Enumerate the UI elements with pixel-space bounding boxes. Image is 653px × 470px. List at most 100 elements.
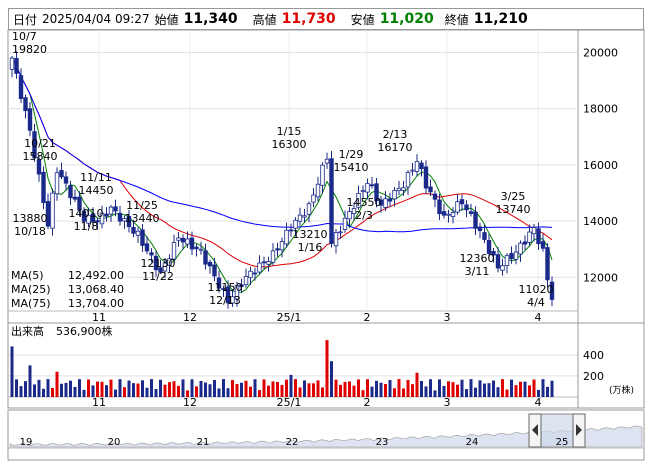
candle-body: [284, 229, 289, 245]
candle-body: [185, 238, 190, 245]
ma5-label: MA(5): [11, 269, 44, 282]
candle-body: [140, 229, 145, 246]
annotation-line1: 12360: [460, 252, 495, 265]
candle-body: [207, 261, 213, 267]
annotation-line1: 12130: [141, 257, 176, 270]
volume-bar: [208, 384, 212, 397]
volume-bar: [118, 379, 122, 397]
volume-bar: [163, 384, 167, 397]
volume-bar: [406, 379, 410, 397]
navigator-left-handle[interactable]: [528, 413, 542, 448]
volume-bar: [96, 381, 99, 397]
volume-bar: [285, 379, 288, 397]
volume-bars: [10, 340, 554, 397]
volume-bar: [190, 379, 194, 397]
volume-bar: [514, 385, 518, 397]
candle-body: [536, 228, 541, 245]
volume-bar: [150, 379, 153, 397]
annotation-line1: 11150: [208, 281, 243, 294]
candle-body: [446, 213, 451, 216]
candle-body: [464, 204, 469, 211]
volume-bar: [334, 379, 338, 397]
volume-bar: [37, 379, 41, 397]
volume-unit: (万株): [609, 384, 634, 396]
candle-body: [459, 199, 465, 205]
volume-bar: [244, 380, 248, 397]
volume-bar: [312, 383, 315, 397]
volume-bar: [478, 380, 482, 397]
annotation-line1: 13880: [13, 212, 48, 225]
annotation-line1: 13210: [293, 228, 328, 241]
candle-body: [68, 185, 73, 199]
candle-body: [9, 57, 15, 70]
volume-bar: [321, 387, 324, 397]
volume-bar: [222, 379, 225, 397]
volume-bar: [379, 382, 383, 397]
candle-body: [423, 166, 429, 189]
date-tick-label: 3: [444, 311, 451, 324]
volume-bar: [343, 381, 347, 397]
date-tick-label: 11: [92, 311, 106, 324]
candle-body: [180, 237, 186, 243]
candle-body: [41, 171, 46, 204]
candle-body: [261, 261, 267, 264]
date-tick-label: 2: [364, 311, 371, 324]
candle-body: [455, 201, 460, 213]
volume-bar: [271, 381, 275, 397]
volume-bar: [357, 379, 360, 397]
ma25-label: MA(25): [11, 283, 51, 296]
volume-bar: [460, 379, 464, 397]
annotation-line2: 13740: [496, 203, 531, 216]
volume-bar: [231, 380, 234, 397]
candle-body: [392, 189, 397, 200]
candle-body: [194, 246, 199, 250]
candle-body: [518, 242, 523, 255]
candle-body: [333, 232, 339, 247]
annotation-line2: 4/4: [527, 296, 545, 309]
annotation-line1: 11/11: [80, 171, 112, 184]
candle-body: [18, 75, 24, 99]
chart-canvas: 12000 14000 16000 18000 20000 10/719820 10/21…: [7, 29, 645, 461]
candle-body: [540, 241, 546, 249]
candle-body: [306, 203, 312, 215]
volume-bar: [532, 379, 536, 397]
volume-bar: [469, 379, 473, 397]
candle-body: [509, 253, 514, 260]
candle-body: [347, 211, 352, 220]
volume-bar: [276, 381, 279, 397]
volume-bar: [78, 379, 81, 397]
price-tick-label: 18000: [583, 103, 618, 116]
volume-bar: [550, 380, 554, 397]
candle-body: [311, 194, 316, 203]
navigator-year-label: 25: [556, 437, 569, 448]
volume-bar: [154, 389, 158, 397]
annotation-line1: 14550: [347, 196, 382, 209]
candle-body: [315, 183, 321, 198]
volume-bar: [213, 379, 216, 397]
volume-value: 536,900株: [56, 324, 113, 338]
volume-bar: [348, 381, 351, 397]
price-tick-label: 12000: [583, 271, 618, 284]
volume-bar: [339, 384, 342, 397]
volume-bar: [433, 390, 437, 397]
volume-bar: [114, 389, 117, 397]
volume-bar: [397, 379, 401, 397]
annotation-line2: 2/3: [355, 209, 373, 222]
candle-body: [14, 57, 19, 74]
volume-bar: [487, 383, 491, 397]
candle-body: [545, 247, 550, 281]
navigator-right-handle[interactable]: [572, 413, 586, 448]
candle-body: [117, 212, 123, 222]
candle-body: [338, 231, 343, 234]
volume-bar: [123, 387, 126, 397]
volume-bar: [505, 389, 509, 397]
volume-bar: [307, 383, 311, 397]
volume-bar: [87, 379, 90, 397]
candle-body: [360, 190, 366, 193]
volume-bar: [64, 382, 68, 397]
candle-body: [482, 232, 487, 240]
volume-bar: [411, 384, 414, 397]
volume-bar: [384, 384, 387, 397]
annotation-line2: 13440: [125, 212, 160, 225]
volume-bar: [465, 389, 468, 397]
